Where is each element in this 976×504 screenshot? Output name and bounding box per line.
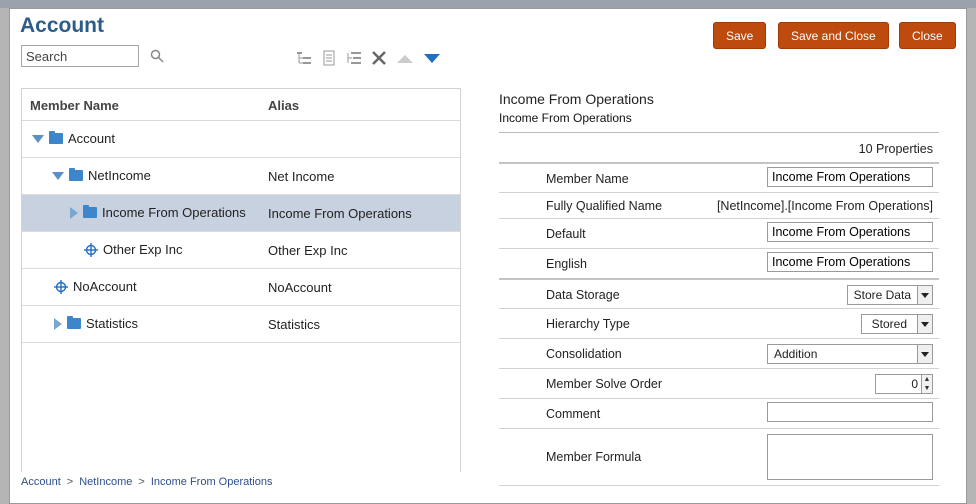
english-alias-input[interactable] [767,252,933,272]
prop-label: Member Name [546,172,629,186]
select-value: Stored [871,317,907,331]
chevron-down-icon[interactable] [917,345,932,363]
member-tree: Member Name Alias Account NetIncome Net … [21,88,461,472]
column-alias[interactable]: Alias [268,98,299,113]
select-value: Store Data [853,288,911,302]
folder-icon [83,205,97,218]
move-up-icon[interactable] [396,50,414,66]
consolidation-select[interactable]: Addition [767,344,933,364]
prop-label: Member Formula [546,450,642,464]
prop-hierarchy-type: Hierarchy Type Stored [499,308,939,338]
member-formula-textarea[interactable] [767,434,933,480]
prop-fully-qualified-name: Fully Qualified Name [NetIncome].[Income… [499,192,939,218]
tree-row-noaccount[interactable]: NoAccount NoAccount [22,269,460,306]
breadcrumb-separator: > [66,476,74,488]
prop-english: English [499,248,939,278]
prop-label: English [546,257,587,271]
prop-label: Hierarchy Type [546,317,630,331]
chevron-down-icon[interactable] [917,315,932,333]
member-name-input[interactable] [767,167,933,187]
crosshair-icon [84,242,98,257]
prop-label: Fully Qualified Name [546,199,663,213]
fully-qualified-name-value: [NetIncome].[Income From Operations] [716,199,933,213]
column-member-name[interactable]: Member Name [30,98,119,113]
member-alias: Statistics [268,317,321,332]
stepper-value: 0 [911,377,918,391]
prop-consolidation: Consolidation Addition [499,338,939,368]
save-and-close-button[interactable]: Save and Close [778,22,889,49]
member-alias: Income From Operations [268,206,412,221]
prop-member-solve-order: Member Solve Order 0 ▲ ▼ [499,368,939,398]
breadcrumb-separator: > [138,476,145,488]
prop-data-storage: Data Storage Store Data [499,278,939,308]
tree-toolbar [296,50,441,66]
member-alias: NoAccount [268,280,332,295]
solve-order-stepper[interactable]: 0 ▲ ▼ [875,374,933,394]
prop-member-formula: Member Formula [499,428,939,486]
page-title: Account [20,14,104,37]
prop-default: Default [499,218,939,248]
delete-icon[interactable] [371,50,387,66]
hierarchy-type-select[interactable]: Stored [860,314,933,334]
top-strip [0,0,976,8]
move-down-icon[interactable] [423,50,441,66]
member-name: NoAccount [73,279,137,294]
tree-row-other-exp-inc[interactable]: Other Exp Inc Other Exp Inc [22,232,460,269]
member-name: Statistics [86,316,139,331]
search-icon[interactable] [149,48,165,64]
member-name: Account [68,131,115,146]
select-value: Addition [774,347,818,361]
tree-row-income-from-operations[interactable]: Income From Operations Income From Opera… [22,195,460,232]
default-alias-input[interactable] [767,222,933,242]
copy-icon[interactable] [321,50,337,66]
collapse-icon[interactable] [52,171,64,180]
prop-label: Default [546,227,586,241]
prop-label: Member Solve Order [546,377,663,391]
add-sibling-icon[interactable] [346,50,362,66]
expand-icon[interactable] [70,206,78,219]
expand-icon[interactable] [54,317,62,330]
comment-input[interactable] [767,402,933,422]
add-child-icon[interactable] [296,50,312,66]
member-name: Other Exp Inc [103,242,183,257]
search-input[interactable] [21,45,139,67]
tree-row-statistics[interactable]: Statistics Statistics [22,306,460,343]
save-button[interactable]: Save [713,22,767,49]
member-alias: Other Exp Inc [268,243,348,258]
close-button[interactable]: Close [899,22,956,49]
prop-label: Consolidation [546,347,622,361]
folder-icon [69,168,83,181]
chevron-down-icon[interactable] [917,286,932,304]
member-alias: Net Income [268,169,335,184]
crosshair-icon [54,279,68,294]
prop-comment: Comment [499,398,939,428]
breadcrumb-item[interactable]: NetIncome [79,476,132,488]
increment-icon[interactable]: ▲ [922,375,932,384]
properties-title: Income From Operations [499,91,654,107]
prop-member-name: Member Name [499,162,939,192]
breadcrumb-item[interactable]: Income From Operations [151,476,273,488]
folder-icon [49,131,63,144]
data-storage-select[interactable]: Store Data [846,285,933,305]
prop-label: Data Storage [546,288,620,302]
tree-row-account[interactable]: Account [22,121,460,158]
properties-count: 10 Properties [858,142,933,156]
folder-icon [67,316,81,329]
member-name: Income From Operations [102,205,246,220]
prop-label: Comment [546,407,601,421]
collapse-icon[interactable] [32,134,44,143]
properties-panel: 10 Properties Member Name Fully Qualifie… [499,132,939,486]
properties-count-row: 10 Properties [499,132,939,162]
tree-header: Member Name Alias [22,89,460,121]
member-name: NetIncome [88,168,151,183]
breadcrumb-item[interactable]: Account [21,476,61,488]
properties-subtitle: Income From Operations [499,111,632,125]
tree-row-netincome[interactable]: NetIncome Net Income [22,158,460,195]
decrement-icon[interactable]: ▼ [922,384,932,393]
breadcrumb: Account > NetIncome > Income From Operations [21,476,272,488]
